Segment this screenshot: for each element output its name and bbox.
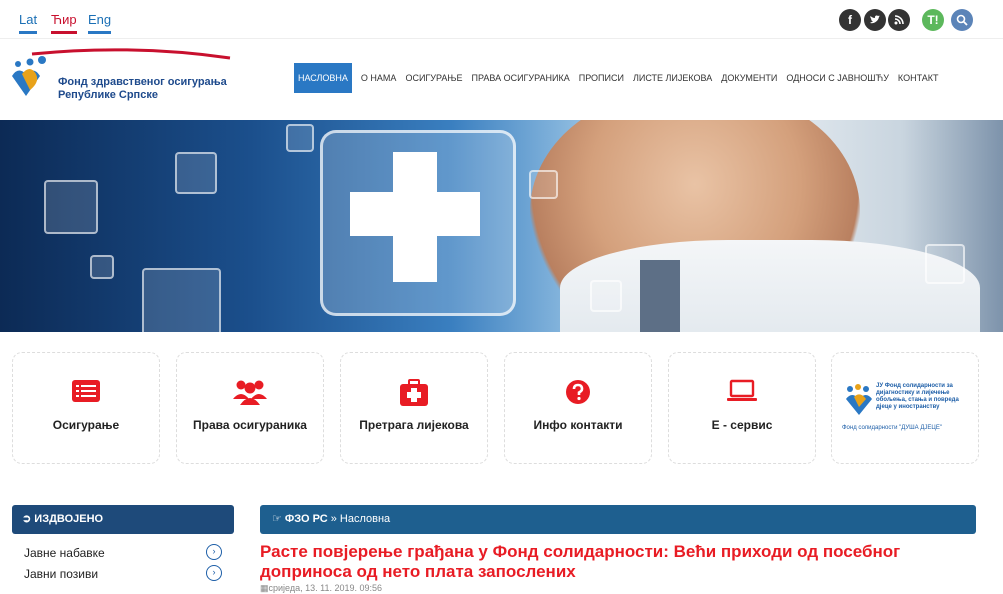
nav-drug-lists[interactable]: ЛИСТЕ ЛИЈЕКОВА	[633, 73, 712, 83]
users-icon	[177, 379, 323, 411]
hero-doctor-tie	[640, 260, 680, 332]
circle-chevron-icon: ➲	[22, 513, 35, 525]
hero-banner	[0, 120, 1003, 332]
card-e-service-label: Е - сервис	[711, 418, 773, 432]
chevron-right-icon[interactable]: ›	[206, 544, 222, 560]
list-icon	[13, 379, 159, 409]
breadcrumb-current: Насловна	[339, 513, 391, 525]
hero-square	[529, 170, 558, 199]
card-info-contacts[interactable]: Инфо контакти	[504, 352, 652, 464]
rss-icon[interactable]	[888, 9, 910, 31]
nav-regulations[interactable]: ПРОПИСИ	[579, 73, 624, 83]
news-headline[interactable]: Расте повјерење грађана у Фонд солидарно…	[260, 542, 960, 582]
site-logo[interactable]: Фонд здравственог осигурања Републике Ср…	[12, 46, 252, 106]
lang-english-link[interactable]: Eng	[88, 12, 112, 34]
question-icon	[505, 379, 651, 411]
hero-square	[142, 268, 221, 332]
hero-cross-vertical	[393, 152, 437, 282]
card-e-service[interactable]: Е - сервис	[668, 352, 816, 464]
sidebar-item-public-calls[interactable]: Јавни позиви	[24, 567, 98, 581]
laptop-icon	[669, 379, 815, 409]
t-social-icon[interactable]: T!	[922, 9, 944, 31]
nav-insurance[interactable]: ОСИГУРАЊЕ	[405, 73, 462, 83]
main-nav: НАСЛОВНА О НАМА ОСИГУРАЊЕ ПРАВА ОСИГУРАН…	[294, 62, 948, 94]
hero-square	[925, 244, 965, 284]
hero-square	[90, 255, 114, 279]
hero-doctor-coat	[560, 240, 980, 332]
nav-documents[interactable]: ДОКУМЕНТИ	[721, 73, 777, 83]
hero-square	[286, 124, 314, 152]
top-bar: Lat Ћир Eng f T!	[0, 0, 1003, 39]
nav-contact[interactable]: КОНТАКТ	[898, 73, 939, 83]
card-drug-search[interactable]: Претрага лијекова	[340, 352, 488, 464]
nav-public-relations[interactable]: ОДНОСИ С ЈАВНОШЋУ	[786, 73, 889, 83]
sidebar-item-public-procurement[interactable]: Јавне набавке	[24, 546, 105, 560]
solidarity-fund-logo-icon	[846, 384, 872, 415]
breadcrumb-separator: »	[327, 513, 340, 525]
twitter-icon[interactable]	[864, 9, 886, 31]
lang-latin-link[interactable]: Lat	[19, 12, 38, 34]
solidarity-fund-name: Фонд солидарности "ДУША ДЈЕЦЕ"	[842, 425, 942, 431]
card-insured-rights[interactable]: Права осигураника	[176, 352, 324, 464]
card-insured-rights-label: Права осигураника	[193, 418, 307, 432]
card-drug-search-label: Претрага лијекова	[359, 418, 469, 432]
logo-title: Фонд здравственог осигурања	[58, 76, 227, 88]
hero-square	[44, 180, 98, 234]
news-date: ▦сриједа, 13. 11. 2019. 09:56	[260, 583, 382, 594]
card-solidarity-fund[interactable]: ЈУ Фонд солидарности за дијагностику и л…	[831, 352, 979, 464]
hero-square	[175, 152, 217, 194]
card-insurance[interactable]: Осигурање	[12, 352, 160, 464]
search-icon[interactable]	[951, 9, 973, 31]
facebook-icon[interactable]: f	[839, 9, 861, 31]
lang-cyrillic-link[interactable]: Ћир	[51, 12, 77, 34]
card-info-contacts-label: Инфо контакти	[533, 418, 623, 432]
hand-pointer-icon: ☞	[272, 513, 285, 525]
breadcrumb-home[interactable]: ФЗО РС	[285, 513, 328, 525]
sidebar-heading: ➲ ИЗДВОЈЕНО	[12, 505, 234, 534]
nav-about[interactable]: О НАМА	[361, 73, 397, 83]
hero-square	[590, 280, 622, 312]
chevron-right-icon[interactable]: ›	[206, 565, 222, 581]
card-insurance-label: Осигурање	[52, 418, 120, 432]
first-aid-icon	[341, 379, 487, 413]
sidebar-title: ИЗДВОЈЕНО	[34, 513, 104, 525]
nav-home[interactable]: НАСЛОВНА	[294, 63, 352, 93]
breadcrumb: ☞ ФЗО РС » Насловна	[260, 505, 976, 534]
solidarity-fund-text: ЈУ Фонд солидарности за дијагностику и л…	[876, 383, 959, 410]
logo-subtitle: Републике Српске	[58, 89, 158, 101]
nav-insured-rights[interactable]: ПРАВА ОСИГУРАНИКА	[472, 73, 570, 83]
